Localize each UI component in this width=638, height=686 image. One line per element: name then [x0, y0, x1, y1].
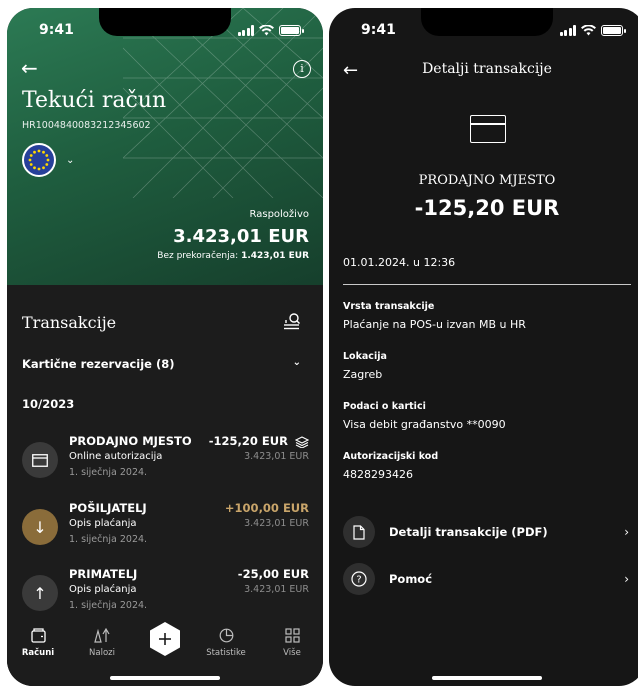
chevron-right-icon: › — [624, 572, 629, 586]
transaction-date: 1. siječnja 2024. — [69, 600, 148, 611]
account-title: Tekući račun — [22, 88, 167, 113]
transaction-amount: +100,00 EUR — [224, 501, 309, 515]
account-header: ← i Tekući račun HR1004840083212345602 ⌄… — [7, 8, 323, 285]
battery-icon — [601, 25, 626, 36]
transaction-datetime: 01.01.2024. u 12:36 — [343, 256, 456, 269]
available-balance: 3.423,01 EUR — [173, 226, 309, 247]
merchant-name: PRODAJNO MJESTO — [418, 173, 556, 188]
transaction-name: POŠILJATELJ — [69, 501, 147, 515]
transaction-row[interactable]: ↑ PRIMATELJ Opis plaćanja 1. siječnja 20… — [22, 567, 309, 623]
detail-value: Visa debit građanstvo **0090 — [343, 418, 506, 431]
transaction-balance: 3.423,01 EUR — [244, 584, 309, 595]
status-time: 9:41 — [361, 22, 396, 38]
overdraft-value: 1.423,01 EUR — [241, 251, 309, 261]
svg-text:?: ? — [356, 575, 361, 586]
tab-label: Računi — [21, 648, 55, 658]
currency-selector[interactable]: ⌄ — [22, 143, 74, 177]
status-bar: 9:41 — [7, 22, 323, 42]
action-label: Detalji transakcije (PDF) — [389, 525, 548, 539]
home-indicator — [110, 676, 220, 680]
transaction-amount: -125,20 EUR — [414, 196, 560, 220]
pdf-details-button[interactable]: Detalji transakcije (PDF) › — [343, 515, 629, 549]
bottom-tab-bar: Računi Nalozi Statistike Više — [7, 616, 323, 686]
action-label: Pomoć — [389, 572, 433, 586]
signal-icon — [559, 25, 576, 36]
detail-value: 4828293426 — [343, 468, 413, 481]
wifi-icon — [259, 25, 274, 36]
available-label: Raspoloživo — [249, 209, 310, 220]
tab-label: Više — [283, 648, 301, 658]
grid-icon — [269, 626, 315, 644]
transaction-name: PRIMATELJ — [69, 567, 138, 581]
transaction-balance: 3.423,01 EUR — [244, 451, 309, 462]
info-icon[interactable]: i — [293, 60, 311, 78]
chevron-down-icon: ⌄ — [66, 154, 75, 166]
transaction-amount: -25,00 EUR — [237, 567, 309, 581]
detail-label: Podaci o kartici — [343, 401, 426, 412]
battery-icon — [279, 25, 304, 36]
transaction-date: 1. siječnja 2024. — [69, 467, 148, 478]
help-icon: ? — [343, 563, 375, 595]
detail-label: Vrsta transakcije — [343, 301, 435, 312]
card-reservations-label: Kartične rezervacije (8) — [22, 357, 175, 371]
detail-label: Lokacija — [343, 351, 387, 362]
transaction-name: PRODAJNO MJESTO — [69, 434, 192, 448]
wallet-icon — [15, 626, 61, 644]
layers-icon — [295, 435, 309, 448]
page-title: Detalji transakcije — [422, 61, 552, 77]
transaction-detail-screen: 9:41 ← Detalji transakcije PRODAJNO MJES… — [329, 8, 638, 686]
detail-value: Plaćanje na POS-u izvan MB u HR — [343, 318, 526, 331]
account-iban: HR1004840083212345602 — [22, 120, 151, 131]
tab-vise[interactable]: Više — [269, 626, 315, 658]
chevron-right-icon: › — [624, 525, 629, 539]
tab-racuni[interactable]: Računi — [15, 626, 61, 658]
status-bar: 9:41 — [329, 22, 638, 42]
transaction-balance: 3.423,01 EUR — [244, 518, 309, 529]
overdraft-label: Bez prekoračenja: — [157, 251, 239, 261]
transaction-row[interactable]: ↓ POŠILJATELJ Opis plaćanja 1. siječnja … — [22, 501, 309, 557]
document-icon — [343, 516, 375, 548]
detail-value: Zagreb — [343, 368, 383, 381]
detail-label: Autorizacijski kod — [343, 451, 439, 462]
transaction-description: Opis plaćanja — [69, 584, 137, 595]
transaction-amount: -125,20 EUR — [209, 434, 309, 448]
transaction-date: 1. siječnja 2024. — [69, 534, 148, 545]
signal-icon — [237, 25, 254, 36]
transaction-description: Online autorizacija — [69, 451, 163, 462]
search-filter-icon[interactable] — [283, 312, 301, 330]
account-screen: ← i Tekući račun HR1004840083212345602 ⌄… — [7, 8, 323, 686]
back-arrow-icon[interactable]: ← — [21, 58, 38, 78]
transaction-description: Opis plaćanja — [69, 518, 137, 529]
arrow-down-icon: ↓ — [22, 509, 58, 545]
transaction-row[interactable]: PRODAJNO MJESTO Online autorizacija 1. s… — [22, 434, 309, 490]
overdraft-info: Bez prekoračenja: 1.423,01 EUR — [157, 251, 309, 261]
help-button[interactable]: ? Pomoć › — [343, 562, 629, 596]
transaction-amount-value: -125,20 EUR — [208, 434, 288, 448]
tab-statistike[interactable]: Statistike — [203, 626, 249, 658]
card-reservations-row[interactable]: Kartične rezervacije (8) ⌄ — [22, 357, 301, 371]
transfer-icon — [79, 626, 125, 644]
arrow-up-icon: ↑ — [22, 575, 58, 611]
tab-nalozi[interactable]: Nalozi — [79, 626, 125, 658]
card-icon — [470, 115, 506, 143]
tab-label: Nalozi — [89, 648, 115, 658]
wifi-icon — [581, 25, 596, 36]
divider — [343, 284, 631, 285]
home-indicator — [432, 676, 542, 680]
status-time: 9:41 — [39, 22, 74, 38]
add-button[interactable] — [148, 621, 182, 657]
month-header: 10/2023 — [22, 397, 75, 411]
tab-label: Statistike — [206, 648, 246, 658]
chevron-down-icon: ⌄ — [292, 357, 301, 368]
pie-chart-icon — [203, 626, 249, 644]
card-icon — [22, 442, 58, 478]
transactions-title: Transakcije — [22, 313, 117, 332]
eu-flag-icon — [22, 143, 56, 177]
